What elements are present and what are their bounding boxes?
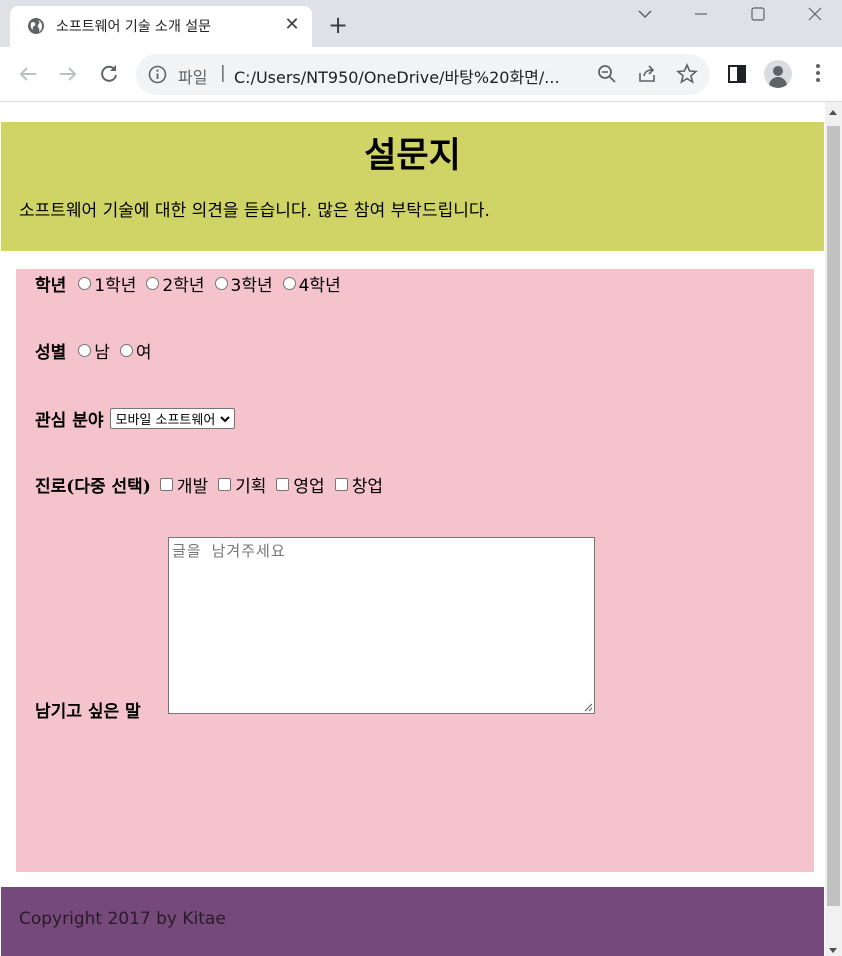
grade-row: 학년 1학년 2학년 3학년 4학년 <box>35 271 351 296</box>
radio-button[interactable] <box>78 277 92 290</box>
page-header: 설문지 소프트웨어 기술에 대한 의견을 듣습니다. 많은 참여 부탁드립니다. <box>1 122 824 251</box>
checkbox[interactable] <box>276 478 290 491</box>
career-option-startup[interactable]: 창업 <box>334 472 383 497</box>
address-bar[interactable]: 파일 | C:/Users/NT950/OneDrive/바탕%20화면/... <box>136 54 710 95</box>
comment-textarea[interactable]: 글을 남겨주세요 <box>168 537 595 714</box>
interest-select[interactable]: 모바일 소프트웨어 <box>110 408 236 429</box>
forward-arrow-icon[interactable] <box>56 62 80 86</box>
checkbox[interactable] <box>334 478 348 491</box>
browser-tab-bar: 소프트웨어 기술 소개 설문 ✕ + <box>0 0 842 47</box>
tab-search-icon[interactable] <box>630 2 660 26</box>
grade-option-4[interactable]: 4학년 <box>282 271 341 296</box>
career-row: 진로(다중 선택) 개발 기획 영업 창업 <box>35 472 393 497</box>
tab-close-icon[interactable]: ✕ <box>282 15 302 35</box>
more-menu-icon[interactable] <box>808 61 828 87</box>
file-scheme-label: 파일 <box>178 68 208 87</box>
career-option-dev[interactable]: 개발 <box>159 472 208 497</box>
page-description: 소프트웨어 기술에 대한 의견을 듣습니다. 많은 참여 부탁드립니다. <box>19 201 490 221</box>
page-viewport: 설문지 소프트웨어 기술에 대한 의견을 듣습니다. 많은 참여 부탁드립니다.… <box>0 102 825 956</box>
back-arrow-icon[interactable] <box>16 62 40 86</box>
url-separator: | <box>220 63 226 83</box>
side-panel-icon[interactable] <box>725 62 749 86</box>
radio-button[interactable] <box>146 277 160 290</box>
grade-label: 학년 <box>35 276 67 296</box>
share-icon[interactable] <box>636 63 658 85</box>
maximize-icon[interactable] <box>743 2 773 26</box>
career-option-plan[interactable]: 기획 <box>218 472 266 497</box>
checkbox[interactable] <box>218 478 232 491</box>
page-footer: Copyright 2017 by Kitae <box>1 887 824 956</box>
browser-tab[interactable]: 소프트웨어 기술 소개 설문 ✕ <box>10 6 312 47</box>
interest-selected-value: 모바일 소프트웨어 <box>115 413 216 428</box>
reload-icon[interactable] <box>97 62 121 86</box>
interest-row: 관심 분야 모바일 소프트웨어 <box>35 406 236 431</box>
gender-label: 성별 <box>35 343 67 363</box>
chevron-down-icon <box>220 415 231 422</box>
url-text[interactable]: C:/Users/NT950/OneDrive/바탕%20화면/... <box>234 64 584 88</box>
scroll-thumb[interactable] <box>827 126 840 906</box>
close-window-icon[interactable] <box>800 2 830 26</box>
comment-row: 남기고 싶은 말 <box>35 697 141 722</box>
browser-toolbar: 파일 | C:/Users/NT950/OneDrive/바탕%20화면/... <box>0 47 842 102</box>
grade-option-3[interactable]: 3학년 <box>214 271 273 296</box>
grade-option-1[interactable]: 1학년 <box>78 271 136 296</box>
globe-icon <box>28 18 44 34</box>
grade-option-2[interactable]: 2학년 <box>146 271 205 296</box>
checkbox[interactable] <box>159 478 173 491</box>
new-tab-button[interactable]: + <box>326 13 350 37</box>
gender-option-male[interactable]: 남 <box>78 338 110 363</box>
bookmark-star-icon[interactable] <box>676 63 698 85</box>
survey-form: 학년 1학년 2학년 3학년 4학년 성별 남 여 관심 분야 모바일 소프트웨… <box>16 269 814 872</box>
interest-label: 관심 분야 <box>35 411 104 431</box>
career-option-sales[interactable]: 영업 <box>276 472 325 497</box>
comment-label: 남기고 싶은 말 <box>35 702 141 722</box>
tab-title: 소프트웨어 기술 소개 설문 <box>56 19 212 35</box>
gender-row: 성별 남 여 <box>35 338 162 363</box>
comment-placeholder: 글을 남겨주세요 <box>172 542 286 560</box>
resize-handle-icon[interactable] <box>584 703 593 712</box>
career-label: 진로(다중 선택) <box>35 477 151 497</box>
scroll-up-arrow-icon[interactable] <box>829 110 837 115</box>
zoom-icon[interactable] <box>596 63 618 85</box>
gender-option-female[interactable]: 여 <box>119 338 152 363</box>
page-title: 설문지 <box>364 136 461 176</box>
profile-avatar-icon[interactable] <box>764 60 792 88</box>
minimize-icon[interactable] <box>686 2 716 26</box>
vertical-scrollbar[interactable] <box>825 102 842 956</box>
radio-button[interactable] <box>214 277 228 290</box>
scroll-down-arrow-icon[interactable] <box>829 948 837 953</box>
radio-button[interactable] <box>282 277 296 290</box>
copyright-text: Copyright 2017 by Kitae <box>19 909 226 929</box>
info-icon[interactable] <box>148 65 167 84</box>
radio-button[interactable] <box>78 344 92 357</box>
radio-button[interactable] <box>119 344 133 357</box>
